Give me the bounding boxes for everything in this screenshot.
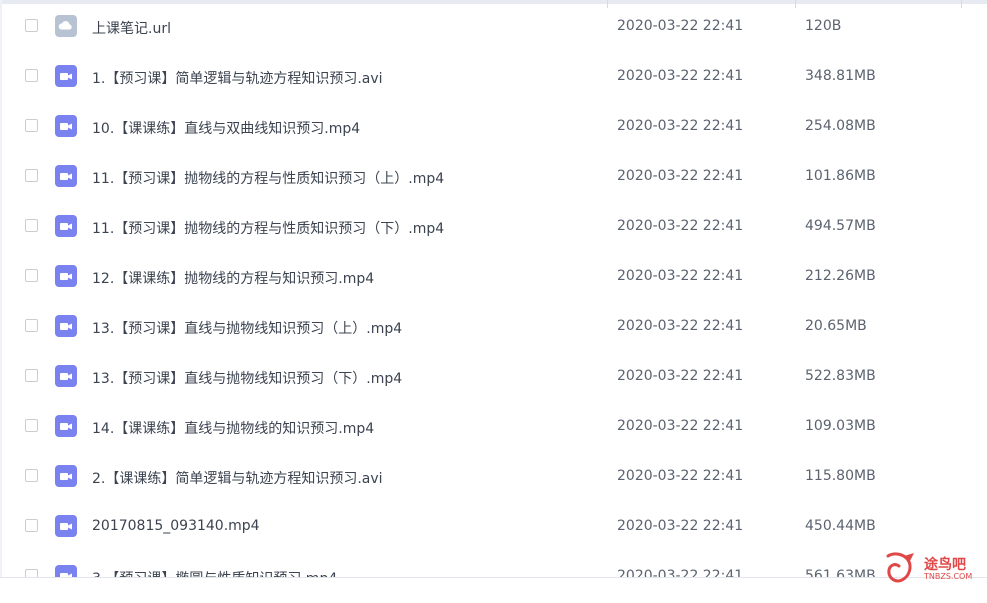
file-modified-date: 2020-03-22 22:41 — [617, 318, 744, 334]
file-name[interactable]: 11.【预习课】抛物线的方程与性质知识预习（下）.mp4 — [92, 218, 444, 238]
row-checkbox[interactable] — [25, 19, 38, 32]
file-modified-date: 2020-03-22 22:41 — [617, 168, 744, 184]
file-name[interactable]: 1.【预习课】简单逻辑与轨迹方程知识预习.avi — [92, 68, 383, 88]
row-checkbox[interactable] — [25, 369, 38, 382]
row-checkbox[interactable] — [25, 119, 38, 132]
file-size: 450.44MB — [805, 518, 876, 534]
row-checkbox[interactable] — [25, 69, 38, 82]
file-size: 109.03MB — [805, 418, 876, 434]
file-row[interactable]: 13.【预习课】直线与抛物线知识预习（上）.mp4 2020-03-22 22:… — [0, 303, 987, 353]
file-name[interactable]: 14.【课课练】直线与抛物线的知识预习.mp4 — [92, 418, 374, 438]
file-modified-date: 2020-03-22 22:41 — [617, 18, 744, 34]
file-size: 348.81MB — [805, 68, 876, 84]
video-file-icon — [55, 115, 77, 137]
file-row[interactable]: 13.【预习课】直线与抛物线知识预习（下）.mp4 2020-03-22 22:… — [0, 353, 987, 403]
file-modified-date: 2020-03-22 22:41 — [617, 68, 744, 84]
file-name[interactable]: 13.【预习课】直线与抛物线知识预习（上）.mp4 — [92, 318, 402, 338]
file-name[interactable]: 上课笔记.url — [92, 18, 171, 38]
file-modified-date: 2020-03-22 22:41 — [617, 518, 744, 534]
file-size: 522.83MB — [805, 368, 876, 384]
video-file-icon — [55, 165, 77, 187]
video-file-icon — [55, 215, 77, 237]
file-row[interactable]: 11.【预习课】抛物线的方程与性质知识预习（下）.mp4 2020-03-22 … — [0, 203, 987, 253]
row-checkbox[interactable] — [25, 269, 38, 282]
file-size: 115.80MB — [805, 468, 876, 484]
file-row[interactable]: 12.【课课练】抛物线的方程与知识预习.mp4 2020-03-22 22:41… — [0, 253, 987, 303]
video-file-icon — [55, 415, 77, 437]
file-size: 254.08MB — [805, 118, 876, 134]
file-row[interactable]: 上课笔记.url 2020-03-22 22:41 120B — [0, 3, 987, 53]
file-size: 494.57MB — [805, 218, 876, 234]
file-row[interactable]: 20170815_093140.mp4 2020-03-22 22:41 450… — [0, 503, 987, 553]
video-file-icon — [55, 65, 77, 87]
watermark-subtext: TNBZS.COM — [924, 572, 973, 581]
file-modified-date: 2020-03-22 22:41 — [617, 118, 744, 134]
file-row[interactable]: 14.【课课练】直线与抛物线的知识预习.mp4 2020-03-22 22:41… — [0, 403, 987, 453]
bird-logo-icon — [886, 552, 914, 583]
video-file-icon — [55, 315, 77, 337]
watermark-text: 途鸟吧 — [924, 557, 966, 573]
row-checkbox[interactable] — [25, 219, 38, 232]
file-modified-date: 2020-03-22 22:41 — [617, 218, 744, 234]
file-modified-date: 2020-03-22 22:41 — [617, 268, 744, 284]
file-name[interactable]: 20170815_093140.mp4 — [92, 518, 260, 534]
file-size: 20.65MB — [805, 318, 867, 334]
row-checkbox[interactable] — [25, 519, 38, 532]
file-name[interactable]: 13.【预习课】直线与抛物线知识预习（下）.mp4 — [92, 368, 402, 388]
video-file-icon — [55, 465, 77, 487]
file-size: 120B — [805, 18, 842, 34]
row-checkbox[interactable] — [25, 419, 38, 432]
file-list: 上课笔记.url 2020-03-22 22:41 120B 1.【预习课】简单… — [0, 3, 987, 603]
file-modified-date: 2020-03-22 22:41 — [617, 468, 744, 484]
row-checkbox[interactable] — [25, 469, 38, 482]
file-modified-date: 2020-03-22 22:41 — [617, 418, 744, 434]
row-checkbox[interactable] — [25, 169, 38, 182]
video-file-icon — [55, 515, 77, 537]
video-file-icon — [55, 365, 77, 387]
watermark-logo: 途鸟吧 TNBZS.COM — [884, 550, 984, 586]
row-checkbox[interactable] — [25, 319, 38, 332]
file-modified-date: 2020-03-22 22:41 — [617, 368, 744, 384]
file-row[interactable]: 2.【课课练】简单逻辑与轨迹方程知识预习.avi 2020-03-22 22:4… — [0, 453, 987, 503]
file-size: 212.26MB — [805, 268, 876, 284]
bottom-bar — [0, 578, 987, 589]
file-row[interactable]: 1.【预习课】简单逻辑与轨迹方程知识预习.avi 2020-03-22 22:4… — [0, 53, 987, 103]
file-name[interactable]: 10.【课课练】直线与双曲线知识预习.mp4 — [92, 118, 360, 138]
file-row[interactable]: 10.【课课练】直线与双曲线知识预习.mp4 2020-03-22 22:41 … — [0, 103, 987, 153]
file-row[interactable]: 11.【预习课】抛物线的方程与性质知识预习（上）.mp4 2020-03-22 … — [0, 153, 987, 203]
file-size: 101.86MB — [805, 168, 876, 184]
file-name[interactable]: 12.【课课练】抛物线的方程与知识预习.mp4 — [92, 268, 374, 288]
file-name[interactable]: 11.【预习课】抛物线的方程与性质知识预习（上）.mp4 — [92, 168, 444, 188]
url-file-icon — [55, 15, 77, 37]
file-name[interactable]: 2.【课课练】简单逻辑与轨迹方程知识预习.avi — [92, 468, 383, 488]
video-file-icon — [55, 265, 77, 287]
